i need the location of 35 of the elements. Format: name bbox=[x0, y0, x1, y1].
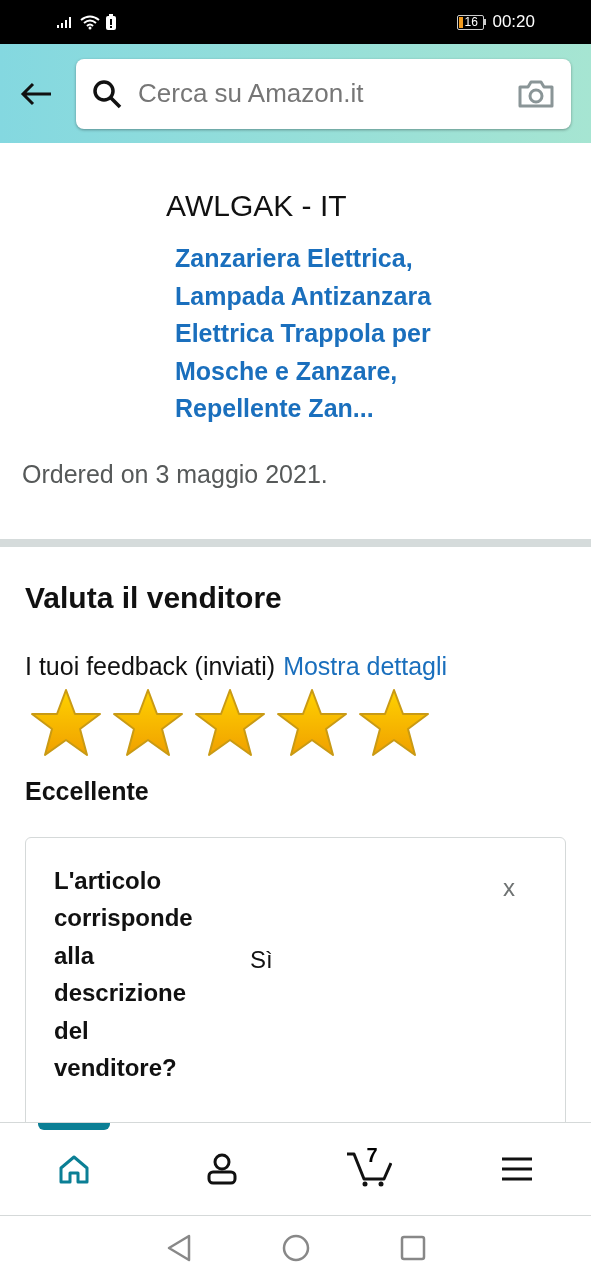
product-link[interactable]: Zanzariera Elettrica, Lampada Antizanzara Elettrica Trappola per Mosche e Zanzare, Repellente Zan... bbox=[175, 240, 485, 428]
order-date: Ordered on 3 maggio 2021. bbox=[21, 458, 329, 490]
search-field[interactable]: Cerca su Amazon.it bbox=[138, 74, 501, 113]
cart-count: 7 bbox=[366, 1145, 378, 1165]
seller-name: AWLGAK - IT bbox=[166, 188, 348, 224]
details-link[interactable]: Mostra dettagli bbox=[283, 654, 448, 679]
wifi-icon bbox=[80, 14, 100, 30]
star-icon bbox=[357, 687, 431, 759]
menu-icon bbox=[501, 1156, 534, 1182]
clock: 00:20 bbox=[492, 11, 535, 34]
selected-indicator bbox=[38, 1123, 110, 1130]
person-icon bbox=[206, 1153, 237, 1185]
battery-alert-icon bbox=[106, 14, 116, 30]
rating-verdict: Eccellente bbox=[25, 776, 150, 807]
back-triangle-icon[interactable] bbox=[165, 1234, 192, 1262]
camera-icon[interactable] bbox=[517, 78, 555, 109]
signal-icon bbox=[56, 15, 74, 29]
star-icon bbox=[275, 687, 349, 759]
recents-square-icon[interactable] bbox=[399, 1235, 426, 1261]
home-icon bbox=[57, 1154, 90, 1184]
battery-level: 16 bbox=[464, 16, 478, 28]
search-icon bbox=[92, 78, 122, 109]
section-heading: Valuta il venditore bbox=[25, 580, 283, 616]
star-icon bbox=[111, 687, 185, 759]
home-circle-icon[interactable] bbox=[281, 1234, 310, 1262]
search-bar[interactable]: Cerca su Amazon.it bbox=[76, 58, 571, 129]
answer-text: Sì bbox=[250, 944, 273, 975]
back-arrow-icon bbox=[20, 81, 52, 106]
star-icon bbox=[193, 687, 267, 759]
nav-tab[interactable]: 7 bbox=[295, 1123, 444, 1215]
close-button[interactable]: x bbox=[503, 869, 515, 906]
star-icon bbox=[29, 687, 103, 759]
back-button[interactable] bbox=[20, 81, 52, 106]
question-text: L'articolo corrisponde alla descrizione del venditore? bbox=[54, 865, 194, 1083]
feedback-label: I tuoi feedback (inviati) bbox=[25, 654, 276, 679]
